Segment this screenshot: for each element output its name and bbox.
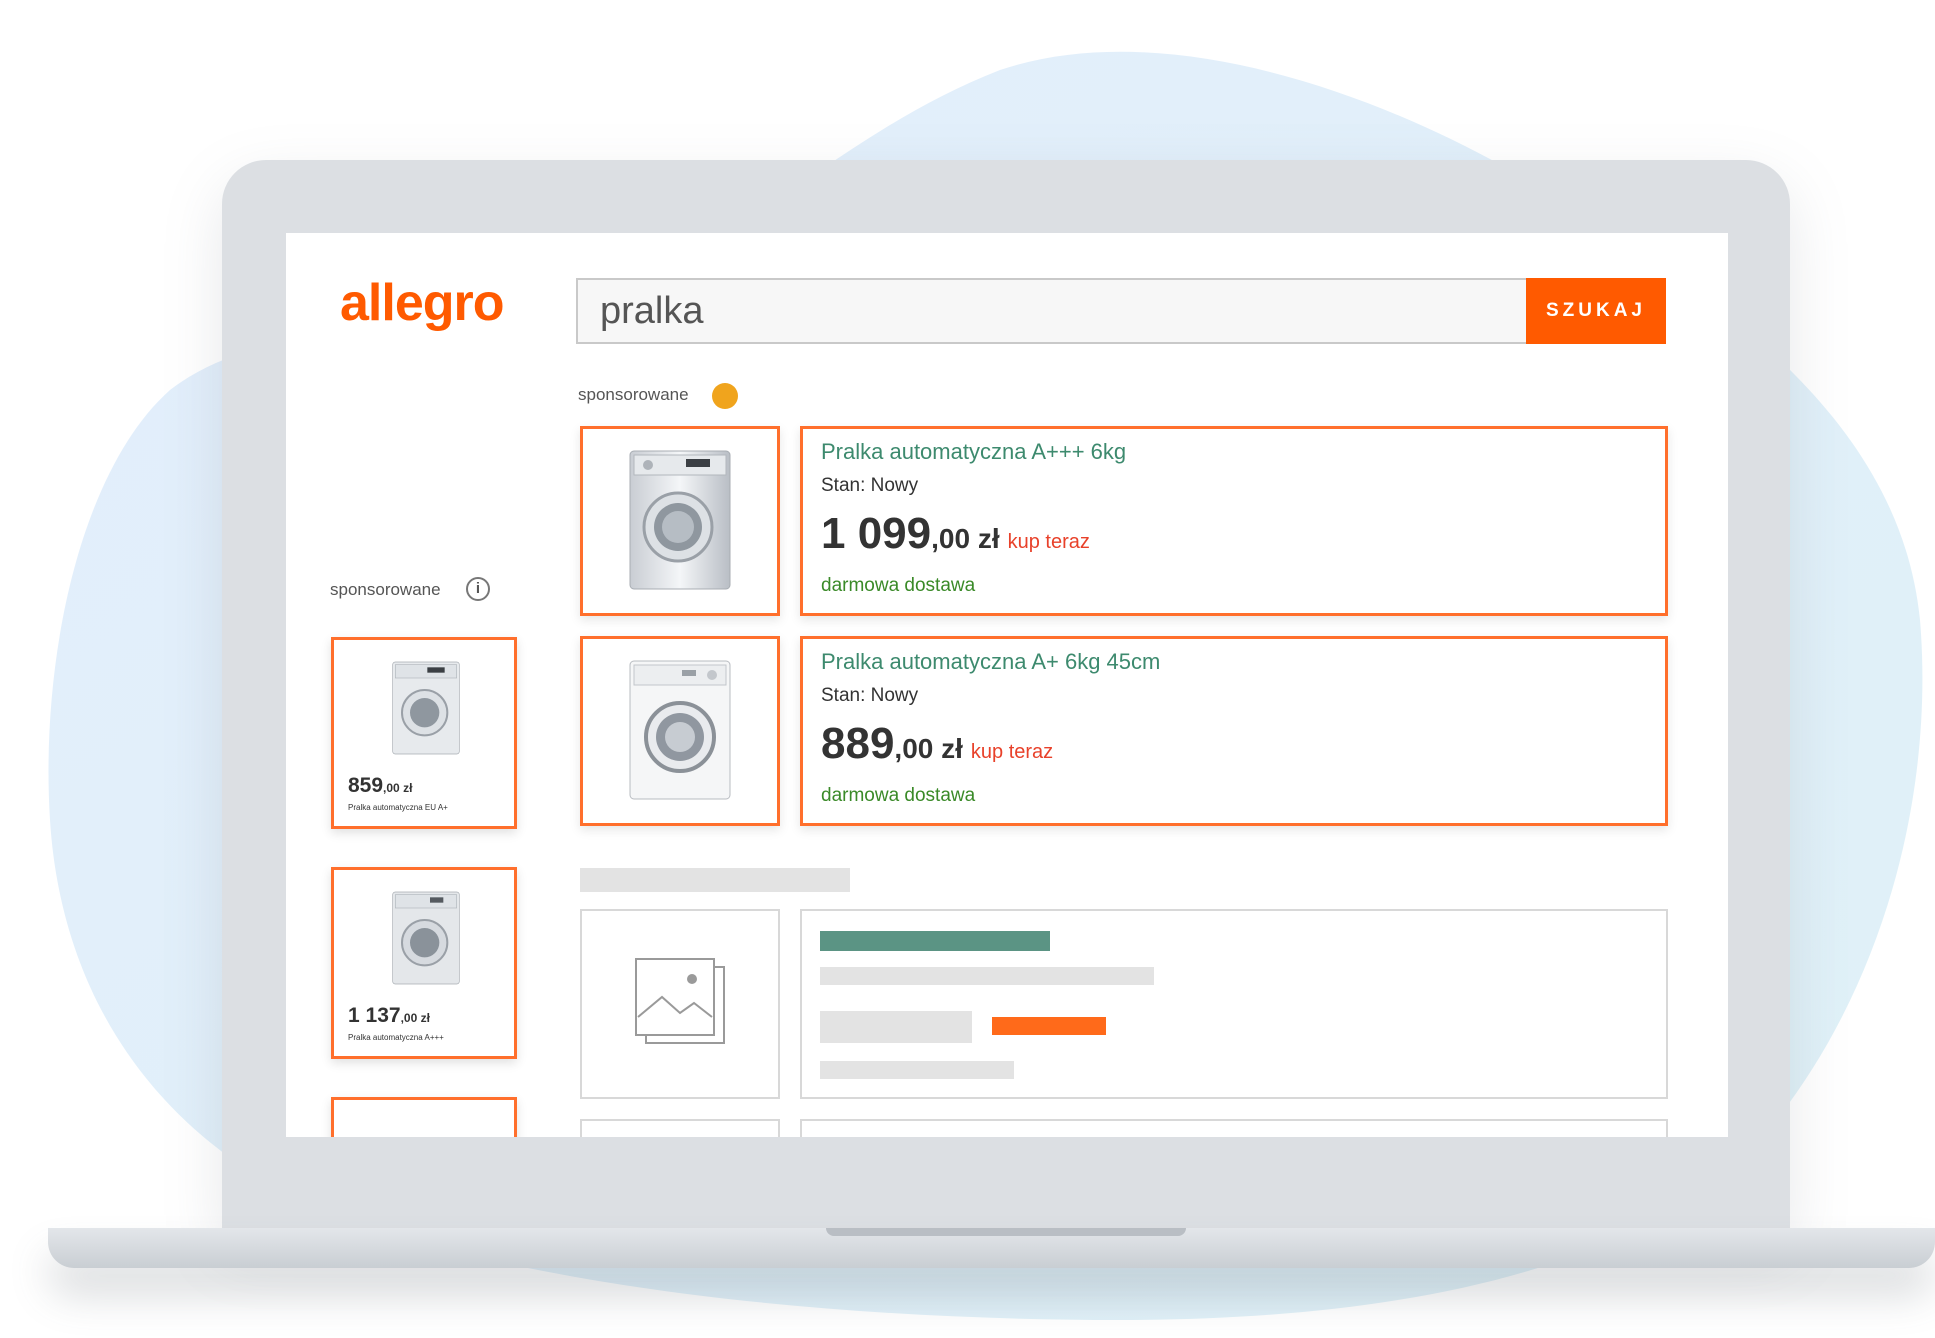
- price-main: 889: [821, 719, 895, 768]
- skeleton-line: [820, 1061, 1014, 1079]
- skeleton-price-bar: [820, 1011, 972, 1043]
- image-placeholder-icon: [635, 958, 725, 1044]
- washing-machine-icon: [629, 660, 731, 800]
- price-cents: ,00 zł: [931, 523, 1000, 554]
- sponsored-label: sponsorowane: [578, 385, 689, 404]
- skeleton-section-header: [580, 868, 850, 892]
- washing-machine-icon: [392, 661, 460, 755]
- placeholder-image-box: [580, 1119, 780, 1137]
- product-price: 1 099,00 zł kup teraz: [821, 509, 1090, 559]
- side-product-price: 859,00 zł: [348, 774, 412, 798]
- washing-machine-icon: [629, 450, 731, 590]
- side-price-cents: ,00 zł: [400, 1011, 430, 1025]
- side-price-cents: ,00 zł: [383, 781, 413, 795]
- buy-now-link[interactable]: kup teraz: [971, 741, 1053, 763]
- side-product-card-1[interactable]: 859,00 zł Pralka automatyczna EU A+: [331, 637, 517, 829]
- laptop-hinge: [826, 1228, 1186, 1236]
- price-main: 1 099: [821, 509, 932, 558]
- product-price: 889,00 zł kup teraz: [821, 719, 1053, 769]
- search-input[interactable]: [576, 278, 1526, 344]
- side-product-title[interactable]: Pralka automatyczna EU A+: [348, 803, 448, 812]
- skeleton-title-bar: [820, 931, 1050, 951]
- product-condition: Stan: Nowy: [821, 475, 919, 496]
- product-card-2[interactable]: Pralka automatyczna A+ 6kg 45cm Stan: No…: [800, 636, 1668, 826]
- skeleton-buy-bar: [992, 1017, 1106, 1035]
- search-button[interactable]: SZUKAJ: [1526, 278, 1666, 344]
- allegro-logo[interactable]: allegro: [340, 273, 504, 333]
- placeholder-info-box: [800, 1119, 1668, 1137]
- product-image-2[interactable]: [580, 636, 780, 826]
- laptop-screen: allegro SZUKAJ sponsorowane sponsorowane…: [286, 233, 1728, 1137]
- side-product-title[interactable]: Pralka automatyczna A+++: [348, 1033, 444, 1042]
- side-product-card-2[interactable]: 1 137,00 zł Pralka automatyczna A+++: [331, 867, 517, 1059]
- product-title[interactable]: Pralka automatyczna A+++ 6kg: [821, 439, 1126, 465]
- side-price-main: 1 137: [348, 1004, 401, 1027]
- free-shipping-label: darmowa dostawa: [821, 575, 976, 596]
- side-product-price: 1 137,00 zł: [348, 1004, 430, 1028]
- buy-now-link[interactable]: kup teraz: [1008, 531, 1090, 553]
- info-icon[interactable]: i: [466, 577, 490, 601]
- product-condition: Stan: Nowy: [821, 685, 919, 706]
- side-price-main: 859: [348, 774, 384, 797]
- placeholder-info-box: [800, 909, 1668, 1099]
- price-cents: ,00 zł: [894, 733, 963, 764]
- sponsored-label-side: sponsorowane: [330, 580, 441, 599]
- product-title[interactable]: Pralka automatyczna A+ 6kg 45cm: [821, 649, 1160, 675]
- sponsored-dot-icon: [712, 383, 738, 409]
- placeholder-image-box: [580, 909, 780, 1099]
- washing-machine-icon: [392, 891, 460, 985]
- product-image-1[interactable]: [580, 426, 780, 616]
- free-shipping-label: darmowa dostawa: [821, 785, 976, 806]
- product-card-1[interactable]: Pralka automatyczna A+++ 6kg Stan: Nowy …: [800, 426, 1668, 616]
- side-product-card-3[interactable]: [331, 1097, 517, 1137]
- skeleton-line: [820, 967, 1154, 985]
